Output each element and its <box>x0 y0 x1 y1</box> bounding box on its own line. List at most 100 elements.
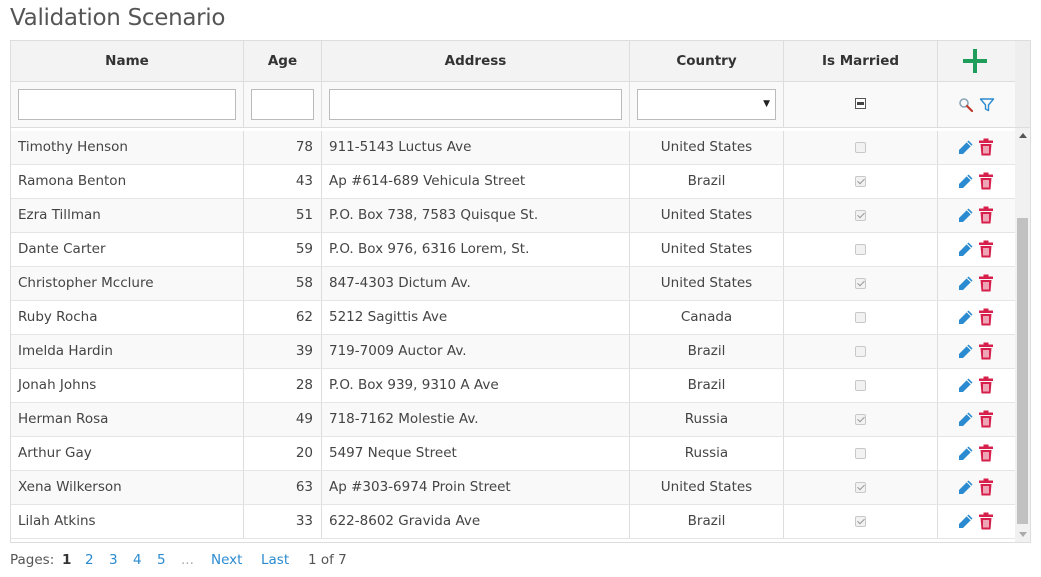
table-row[interactable]: Herman Rosa 49 718-7162 Molestie Av. Russia <box>11 403 1015 437</box>
header-scroll-gap <box>1015 41 1030 128</box>
trash-icon[interactable] <box>978 376 994 394</box>
table-row[interactable]: Jonah Johns 28 P.O. Box 939, 9310 A Ave Bra… <box>11 369 1015 403</box>
married-filter-checkbox[interactable] <box>855 98 866 109</box>
cell-control <box>938 369 1015 402</box>
cell-age: 20 <box>244 437 322 470</box>
table-row[interactable]: Timothy Henson 78 911-5143 Luctus Ave Unite… <box>11 131 1015 165</box>
cell-control <box>938 335 1015 368</box>
pager-next-link[interactable]: Next <box>211 549 242 571</box>
cell-is-married <box>784 267 938 300</box>
cell-age: 28 <box>244 369 322 402</box>
cell-is-married <box>784 165 938 198</box>
table-row[interactable]: Lilah Atkins 33 622-8602 Gravida Ave Brazil <box>11 505 1015 539</box>
scroll-up-arrow[interactable] <box>1019 133 1027 138</box>
table-row[interactable]: Arthur Gay 20 5497 Neque Street Russia <box>11 437 1015 471</box>
address-filter-input[interactable] <box>329 89 622 120</box>
cell-name: Dante Carter <box>11 233 244 266</box>
married-checkbox <box>855 482 866 493</box>
cell-address: 5212 Sagittis Ave <box>322 301 630 334</box>
cell-country: Brazil <box>630 165 784 198</box>
column-header-name[interactable]: Name <box>11 41 244 81</box>
trash-icon[interactable] <box>978 410 994 428</box>
trash-icon[interactable] <box>978 138 994 156</box>
trash-icon[interactable] <box>978 206 994 224</box>
cell-control <box>938 199 1015 232</box>
column-header-country[interactable]: Country <box>630 41 784 81</box>
married-checkbox <box>855 448 866 459</box>
trash-icon[interactable] <box>978 512 994 530</box>
trash-icon[interactable] <box>978 308 994 326</box>
cell-age: 62 <box>244 301 322 334</box>
pager-summary: 1 of 7 <box>308 552 347 568</box>
column-header-age[interactable]: Age <box>244 41 322 81</box>
cell-name: Imelda Hardin <box>11 335 244 368</box>
cell-control <box>938 437 1015 470</box>
pencil-icon[interactable] <box>957 513 974 530</box>
scroll-thumb[interactable] <box>1017 218 1028 524</box>
column-header-address[interactable]: Address <box>322 41 630 81</box>
pencil-icon[interactable] <box>957 445 974 462</box>
cell-name: Ramona Benton <box>11 165 244 198</box>
trash-icon[interactable] <box>978 274 994 292</box>
pager-page-link[interactable]: 3 <box>109 549 118 571</box>
cell-country: United States <box>630 199 784 232</box>
cell-address: Ap #614-689 Vehicula Street <box>322 165 630 198</box>
cell-age: 58 <box>244 267 322 300</box>
pencil-icon[interactable] <box>957 173 974 190</box>
pager-ellipsis[interactable]: ... <box>181 549 194 571</box>
age-filter-input[interactable] <box>251 89 314 120</box>
table-row[interactable]: Christopher Mcclure 58 847-4303 Dictum Av.… <box>11 267 1015 301</box>
table-row[interactable]: Xena Wilkerson 63 Ap #303-6974 Proin Stree… <box>11 471 1015 505</box>
pencil-icon[interactable] <box>957 241 974 258</box>
table-row[interactable]: Dante Carter 59 P.O. Box 976, 6316 Lorem, … <box>11 233 1015 267</box>
pencil-icon[interactable] <box>957 275 974 292</box>
vertical-scrollbar[interactable] <box>1015 128 1030 542</box>
pencil-icon[interactable] <box>957 207 974 224</box>
cell-address: 847-4303 Dictum Av. <box>322 267 630 300</box>
cell-age: 63 <box>244 471 322 504</box>
cell-is-married <box>784 131 938 164</box>
married-checkbox <box>855 142 866 153</box>
pencil-icon[interactable] <box>957 343 974 360</box>
cell-country: Russia <box>630 403 784 436</box>
pencil-icon[interactable] <box>957 377 974 394</box>
trash-icon[interactable] <box>978 172 994 190</box>
cell-control <box>938 403 1015 436</box>
pager-page-link[interactable]: 4 <box>133 549 142 571</box>
cell-address: P.O. Box 738, 7583 Quisque St. <box>322 199 630 232</box>
trash-icon[interactable] <box>978 342 994 360</box>
pencil-icon[interactable] <box>957 411 974 428</box>
search-icon[interactable] <box>958 97 974 113</box>
cell-age: 49 <box>244 403 322 436</box>
pencil-icon[interactable] <box>957 309 974 326</box>
cell-name: Ruby Rocha <box>11 301 244 334</box>
trash-icon[interactable] <box>978 444 994 462</box>
table-row[interactable]: Ruby Rocha 62 5212 Sagittis Ave Canada <box>11 301 1015 335</box>
trash-icon[interactable] <box>978 478 994 496</box>
pencil-icon[interactable] <box>957 139 974 156</box>
cell-control <box>938 505 1015 538</box>
cell-is-married <box>784 471 938 504</box>
scroll-down-arrow[interactable] <box>1019 532 1027 537</box>
filter-row: ▼ <box>11 82 1015 128</box>
name-filter-input[interactable] <box>18 89 236 120</box>
cell-control <box>938 233 1015 266</box>
country-filter-select[interactable]: ▼ <box>637 89 776 120</box>
pager-page-link[interactable]: 2 <box>85 549 94 571</box>
married-checkbox <box>855 346 866 357</box>
cell-name: Xena Wilkerson <box>11 471 244 504</box>
plus-icon[interactable] <box>963 49 987 73</box>
filter-icon[interactable] <box>979 97 995 113</box>
table-row[interactable]: Ezra Tillman 51 P.O. Box 738, 7583 Quisque… <box>11 199 1015 233</box>
table-row[interactable]: Ramona Benton 43 Ap #614-689 Vehicula Stre… <box>11 165 1015 199</box>
trash-icon[interactable] <box>978 240 994 258</box>
pencil-icon[interactable] <box>957 479 974 496</box>
pager-last-link[interactable]: Last <box>261 549 289 571</box>
cell-country: Brazil <box>630 335 784 368</box>
cell-address: 719-7009 Auctor Av. <box>322 335 630 368</box>
table-row[interactable]: Imelda Hardin 39 719-7009 Auctor Av. Brazil <box>11 335 1015 369</box>
cell-address: 5497 Neque Street <box>322 437 630 470</box>
pager-page-link[interactable]: 5 <box>157 549 166 571</box>
column-header-is-married[interactable]: Is Married <box>784 41 938 81</box>
cell-control <box>938 267 1015 300</box>
